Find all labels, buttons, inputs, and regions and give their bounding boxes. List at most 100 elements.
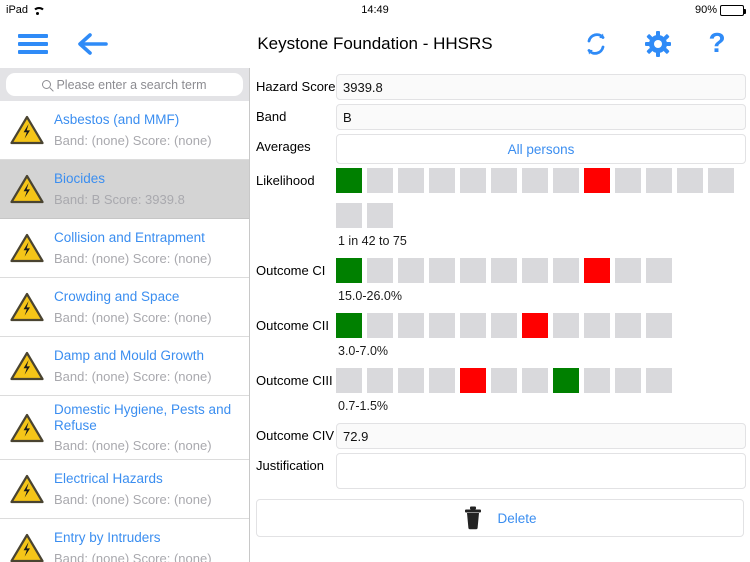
hazard-item-text: Collision and Entrapment Band: (none) Sco… [54,230,212,266]
scale-box[interactable] [367,258,393,283]
search-input[interactable]: Please enter a search term [6,73,243,96]
hazard-item-meta: Band: (none) Score: (none) [54,250,212,266]
scale-box[interactable] [708,168,734,193]
scale-box[interactable] [336,258,362,283]
justification-label: Justification [256,458,324,473]
status-bar: iPad 14:49 90% [0,0,750,20]
scale-box[interactable] [615,258,641,283]
scale-box[interactable] [646,368,672,393]
hazard-list-item[interactable]: Entry by Intruders Band: (none) Score: (n… [0,519,249,562]
scale-box[interactable] [398,168,424,193]
scale-box[interactable] [677,168,703,193]
scale-box[interactable] [584,258,610,283]
hazard-list-item[interactable]: Collision and Entrapment Band: (none) Sco… [0,219,249,278]
battery-percent-label: 90% [694,4,717,16]
scale-box[interactable] [336,168,362,193]
scale-box[interactable] [553,258,579,283]
scale-box[interactable] [522,168,548,193]
scale-box[interactable] [398,258,424,283]
hazard-item-name: Crowding and Space [54,289,180,305]
scale-box[interactable] [553,313,579,338]
outcome-ci-label: Outcome CI [256,263,326,278]
scale-box[interactable] [336,313,362,338]
outcome-cii-label: Outcome CII [256,318,329,333]
gear-icon[interactable] [644,30,672,58]
hazard-list-item[interactable]: Damp and Mould Growth Band: (none) Score:… [0,337,249,396]
refresh-icon[interactable] [582,30,610,58]
hazard-score-label: Hazard Score [256,79,336,94]
scale-box[interactable] [615,313,641,338]
scale-box[interactable] [460,313,486,338]
hazard-list-item[interactable]: Asbestos (and MMF) Band: (none) Score: (n… [0,101,249,160]
likelihood-boxes [336,168,748,233]
hazard-item-name: Collision and Entrapment [54,230,205,246]
search-bar-container: Please enter a search term [0,68,249,101]
justification-field[interactable] [336,453,746,489]
scale-box[interactable] [398,368,424,393]
scale-box[interactable] [367,313,393,338]
scale-box[interactable] [460,168,486,193]
delete-button[interactable]: Delete [256,499,744,537]
band-row: Band B [254,104,748,130]
scale-box[interactable] [553,368,579,393]
scale-box[interactable] [367,368,393,393]
question-mark-icon[interactable]: ? [706,29,728,59]
scale-box[interactable] [491,168,517,193]
scale-box[interactable] [367,203,393,228]
hazard-item-name: Asbestos (and MMF) [54,112,180,128]
justification-row: Justification [254,453,748,489]
scale-box[interactable] [429,313,455,338]
scale-box[interactable] [584,368,610,393]
hazard-list-item[interactable]: Electrical Hazards Band: (none) Score: (n… [0,460,249,520]
back-arrow-icon[interactable] [76,31,110,57]
main-content: Please enter a search term Asbestos (and… [0,68,750,562]
scale-box[interactable] [522,258,548,283]
scale-box[interactable] [398,313,424,338]
scale-box[interactable] [429,258,455,283]
scale-box[interactable] [336,203,362,228]
scale-box[interactable] [522,313,548,338]
scale-box[interactable] [491,313,517,338]
status-bar-right: 90% [694,4,746,16]
outcome-civ-field[interactable]: 72.9 [336,423,746,449]
scale-box[interactable] [553,168,579,193]
scale-box[interactable] [460,258,486,283]
scale-box[interactable] [615,168,641,193]
band-field[interactable]: B [336,104,746,130]
scale-box[interactable] [646,168,672,193]
scale-box[interactable] [491,258,517,283]
hazard-item-name: Biocides [54,171,106,187]
scale-box[interactable] [429,168,455,193]
scale-box[interactable] [336,368,362,393]
hazard-list-item[interactable]: Domestic Hygiene, Pests and Refuse Band: … [0,396,249,461]
scale-box[interactable] [522,368,548,393]
scale-box[interactable] [584,313,610,338]
hazard-list-item[interactable]: Biocides Band: B Score: 3939.8 [0,160,249,219]
hazard-triangle-icon [10,533,44,562]
scale-box[interactable] [615,368,641,393]
hazard-item-meta: Band: (none) Score: (none) [54,438,212,454]
scale-box[interactable] [460,368,486,393]
hamburger-menu-icon[interactable] [18,34,48,54]
averages-row: Averages All persons [254,134,748,164]
scale-box[interactable] [367,168,393,193]
all-persons-button[interactable]: All persons [336,134,746,164]
scale-box[interactable] [646,258,672,283]
hazard-item-name: Domestic Hygiene, Pests and Refuse [54,402,232,433]
hazard-score-field[interactable]: 3939.8 [336,74,746,100]
likelihood-row: Likelihood 1 in 42 to 75 [254,168,748,254]
hazard-triangle-icon [10,413,44,443]
scale-box[interactable] [491,368,517,393]
outcome-ciii-label: Outcome CIII [256,373,333,388]
scale-box[interactable] [429,368,455,393]
outcome-ci-boxes [336,258,748,288]
scale-box[interactable] [584,168,610,193]
hazard-item-text: Entry by Intruders Band: (none) Score: (n… [54,530,212,562]
hazard-triangle-icon [10,174,44,204]
hazard-triangle-icon [10,115,44,145]
hazard-list-item[interactable]: Crowding and Space Band: (none) Score: (n… [0,278,249,337]
battery-icon [720,4,746,16]
navigation-bar-left [0,31,110,57]
scale-box[interactable] [646,313,672,338]
hazard-sidebar: Please enter a search term Asbestos (and… [0,68,250,562]
